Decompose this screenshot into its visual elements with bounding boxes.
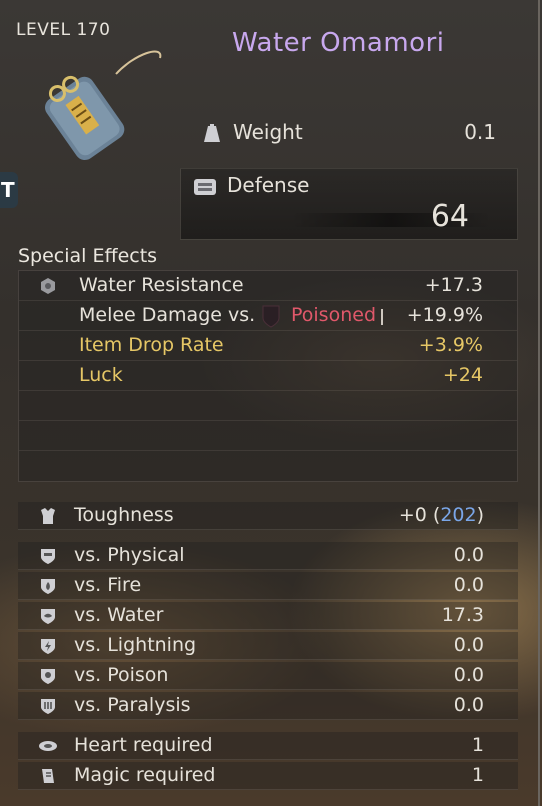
effect-row: Luck +24 — [19, 361, 517, 391]
special-effects-title: Special Effects — [18, 245, 158, 267]
toughness-row: Toughness +0 (202) — [18, 502, 518, 530]
lightning-icon — [41, 639, 55, 654]
weight-label: Weight — [233, 120, 303, 144]
physical-icon — [41, 549, 55, 564]
resistance-row: vs. Water 17.3 — [18, 602, 518, 630]
paralysis-icon — [41, 699, 55, 714]
armor-icon — [194, 179, 216, 195]
resistance-row: vs. Fire 0.0 — [18, 572, 518, 600]
resistance-label: vs. Lightning — [74, 634, 197, 656]
side-tab[interactable]: T — [0, 172, 18, 208]
defense-value: 64 — [430, 199, 469, 234]
special-effects-list: Water Resistance +17.3 Melee Damage vs. … — [18, 270, 518, 482]
effect-value: +24 — [442, 364, 483, 386]
item-level: LEVEL 170 — [16, 20, 111, 40]
effect-label: Luck — [79, 364, 123, 386]
fire-icon — [41, 579, 55, 594]
effect-row: Melee Damage vs. Poisoned +19.9% — [19, 301, 517, 331]
poisoned-status: Poisoned — [291, 304, 376, 326]
resistance-value: 0.0 — [453, 544, 484, 566]
water-resistance-icon — [41, 278, 55, 294]
resistance-value: 17.3 — [441, 604, 484, 626]
empty-effect-slot — [19, 391, 517, 421]
effect-value: +3.9% — [418, 334, 483, 356]
resistance-label: vs. Paralysis — [74, 694, 191, 716]
empty-effect-slot — [19, 451, 517, 481]
requirement-row: Magic required 1 — [18, 762, 518, 790]
omamori-charm-icon — [44, 50, 162, 161]
requirement-row: Heart required 1 — [18, 732, 518, 760]
effect-label: Water Resistance — [79, 274, 244, 296]
effect-label: Item Drop Rate — [79, 334, 224, 356]
effect-row: Item Drop Rate +3.9% — [19, 331, 517, 361]
poison-shield-icon — [262, 305, 280, 328]
toughness-label: Toughness — [74, 504, 174, 526]
resistance-row: vs. Lightning 0.0 — [18, 632, 518, 660]
item-detail-panel: LEVEL 170 Water Omamori T Weight 0.1 Def… — [0, 0, 540, 806]
requirement-label: Heart required — [74, 734, 213, 756]
resistance-label: vs. Poison — [74, 664, 169, 686]
weight-icon — [204, 124, 220, 142]
resistance-label: vs. Water — [74, 604, 164, 626]
resistance-label: vs. Fire — [74, 574, 142, 596]
resistance-value: 0.0 — [453, 574, 484, 596]
effect-value: +17.3 — [424, 274, 483, 296]
resistance-value: 0.0 — [453, 694, 484, 716]
toughness-icon — [41, 508, 55, 524]
resistance-row: vs. Physical 0.0 — [18, 542, 518, 570]
resistance-row: vs. Paralysis 0.0 — [18, 692, 518, 720]
toughness-value: +0 (202) — [398, 504, 484, 526]
resistance-value: 0.0 — [453, 634, 484, 656]
effect-label: Melee Damage vs. — [79, 304, 256, 326]
weight-value: 0.1 — [464, 120, 496, 144]
requirement-label: Magic required — [74, 764, 216, 786]
toughness-bonus: 202 — [440, 504, 477, 526]
resistance-row: vs. Poison 0.0 — [18, 662, 518, 690]
requirement-value: 1 — [471, 764, 484, 786]
water-icon — [41, 609, 55, 624]
effect-row: Water Resistance +17.3 — [19, 271, 517, 301]
requirement-value: 1 — [471, 734, 484, 756]
weight-row: Weight 0.1 — [200, 120, 500, 148]
defense-label: Defense — [227, 173, 310, 197]
resistance-value: 0.0 — [453, 664, 484, 686]
heart-icon — [39, 741, 57, 751]
empty-effect-slot — [19, 421, 517, 451]
resistance-label: vs. Physical — [74, 544, 185, 566]
item-title: Water Omamori — [232, 28, 445, 58]
poison-icon — [41, 669, 55, 684]
defense-box: Defense 64 — [180, 168, 518, 240]
effect-value: +19.9% — [406, 304, 483, 326]
cursor-divider — [381, 309, 383, 325]
magic-icon — [42, 769, 54, 783]
